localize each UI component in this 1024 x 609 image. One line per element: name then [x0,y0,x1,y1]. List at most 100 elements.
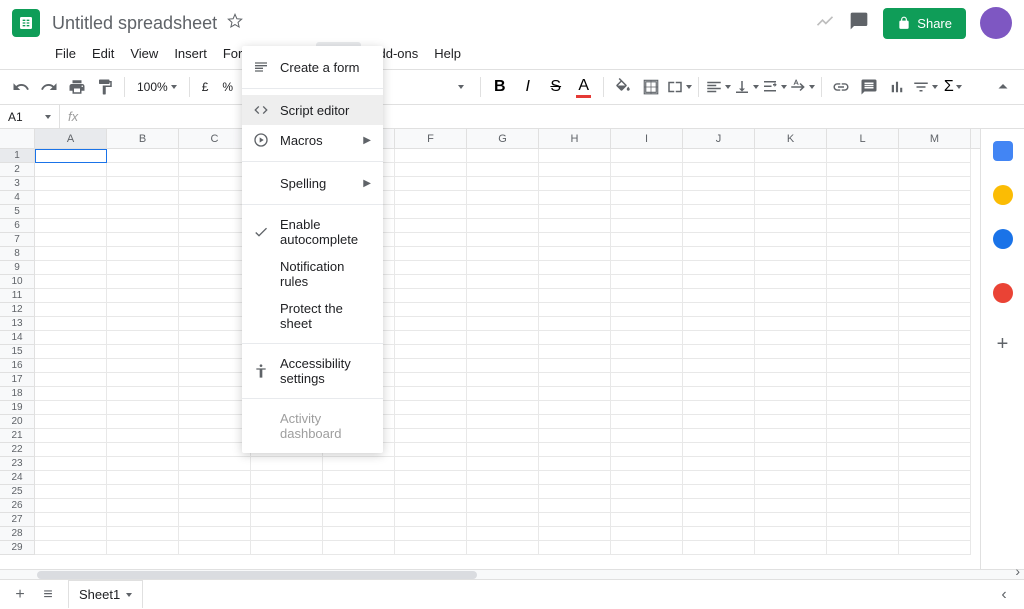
cell[interactable] [467,415,539,429]
cell[interactable] [107,415,179,429]
cell[interactable] [395,485,467,499]
cell[interactable] [323,527,395,541]
filter-button[interactable] [912,74,938,100]
cell[interactable] [35,261,107,275]
cell[interactable] [107,289,179,303]
cell[interactable] [35,303,107,317]
cell[interactable] [395,499,467,513]
cell[interactable] [683,149,755,163]
cell[interactable] [611,499,683,513]
cell[interactable] [107,513,179,527]
row-header[interactable]: 27 [0,513,35,527]
cell[interactable] [539,303,611,317]
cell[interactable] [251,485,323,499]
cell[interactable] [683,247,755,261]
cell[interactable] [35,275,107,289]
cell[interactable] [539,443,611,457]
currency-button[interactable]: £ [196,80,215,94]
cell[interactable] [395,303,467,317]
cell[interactable] [395,219,467,233]
cell[interactable] [179,485,251,499]
cell[interactable] [251,513,323,527]
row-header[interactable]: 8 [0,247,35,261]
cell[interactable] [899,499,971,513]
cell[interactable] [899,457,971,471]
cell[interactable] [179,387,251,401]
row-header[interactable]: 2 [0,163,35,177]
cell[interactable] [683,191,755,205]
cell[interactable] [827,415,899,429]
cell[interactable] [179,163,251,177]
cell[interactable] [323,471,395,485]
cell[interactable] [35,499,107,513]
cell[interactable] [899,387,971,401]
cell[interactable] [899,233,971,247]
cell[interactable] [179,205,251,219]
cell[interactable] [827,177,899,191]
cell[interactable] [683,541,755,555]
cell[interactable] [179,401,251,415]
cell[interactable] [395,191,467,205]
col-header-K[interactable]: K [755,129,827,148]
cell[interactable] [179,331,251,345]
cell[interactable] [899,359,971,373]
col-header-J[interactable]: J [683,129,755,148]
cell[interactable] [35,527,107,541]
cell[interactable] [899,191,971,205]
col-header-C[interactable]: C [179,129,251,148]
cell[interactable] [899,317,971,331]
cell[interactable] [611,485,683,499]
percent-button[interactable]: % [216,80,239,94]
horizontal-align-button[interactable] [705,74,731,100]
menu-item-create-a-form[interactable]: Create a form [242,52,383,82]
cell[interactable] [179,289,251,303]
cell[interactable] [683,331,755,345]
cell[interactable] [251,499,323,513]
cell[interactable] [395,345,467,359]
print-button[interactable] [64,74,90,100]
cell[interactable] [755,401,827,415]
cell[interactable] [107,275,179,289]
cell[interactable] [611,177,683,191]
sheets-logo[interactable] [12,9,40,37]
menu-help[interactable]: Help [427,42,468,65]
cell[interactable] [179,373,251,387]
cell[interactable] [35,415,107,429]
cell[interactable] [755,485,827,499]
cell[interactable] [683,513,755,527]
menu-view[interactable]: View [123,42,165,65]
cell[interactable] [899,443,971,457]
cell[interactable] [683,233,755,247]
cell[interactable] [179,541,251,555]
cell[interactable] [683,359,755,373]
cell[interactable] [179,219,251,233]
cell[interactable] [827,275,899,289]
cell[interactable] [395,247,467,261]
cell[interactable] [827,261,899,275]
cell[interactable] [395,177,467,191]
cell[interactable] [179,499,251,513]
cell[interactable] [899,247,971,261]
cell[interactable] [107,527,179,541]
cell[interactable] [179,303,251,317]
cell[interactable] [899,471,971,485]
cell[interactable] [755,289,827,303]
cell[interactable] [755,499,827,513]
cell[interactable] [467,331,539,345]
row-header[interactable]: 17 [0,373,35,387]
cell[interactable] [827,457,899,471]
cell[interactable] [539,345,611,359]
cell[interactable] [683,289,755,303]
cell[interactable] [395,163,467,177]
star-icon[interactable] [227,13,243,34]
cell[interactable] [539,359,611,373]
name-box[interactable]: A1 [0,105,60,128]
fill-color-button[interactable] [610,74,636,100]
cell[interactable] [683,415,755,429]
cell[interactable] [827,233,899,247]
col-header-M[interactable]: M [899,129,971,148]
keep-icon[interactable] [993,185,1013,205]
cell[interactable] [539,401,611,415]
cell[interactable] [323,499,395,513]
cell[interactable] [35,289,107,303]
